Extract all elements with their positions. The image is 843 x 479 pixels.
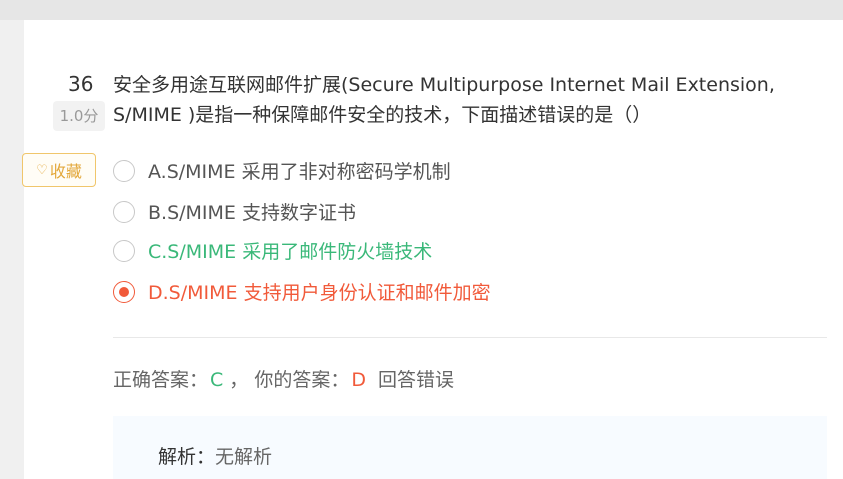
- analysis-value: 无解析: [215, 446, 273, 468]
- favorite-label: 收藏: [49, 162, 82, 181]
- question-text-line-2: S/MIME )是指一种保障邮件安全的技术，下面描述错误的是（）: [113, 104, 652, 126]
- question-text: 安全多用途互联网邮件扩展(Secure Multipurpose Interne…: [113, 70, 803, 130]
- correct-answer-value: C: [210, 369, 224, 391]
- option-a[interactable]: A.S/MIME 采用了非对称密码学机制: [113, 157, 451, 184]
- question-text-line-1: 安全多用途互联网邮件扩展(Secure Multipurpose Interne…: [113, 74, 775, 96]
- option-a-radio[interactable]: [113, 159, 135, 182]
- option-d-radio[interactable]: [113, 280, 135, 303]
- question-score-badge: 1.0分: [53, 101, 105, 131]
- analysis-row: 解析：无解析: [158, 442, 272, 469]
- correct-answer-label: 正确答案：: [113, 369, 209, 391]
- analysis-label: 解析：: [158, 446, 216, 468]
- option-d[interactable]: D.S/MIME 支持用户身份认证和邮件加密: [113, 278, 491, 305]
- option-b-label: B.S/MIME 支持数字证书: [148, 202, 356, 224]
- answer-verdict: 回答错误: [378, 369, 455, 391]
- quiz-page: 36 1.0分 安全多用途互联网邮件扩展(Secure Multipurpose…: [0, 0, 843, 479]
- section-divider: [113, 337, 827, 338]
- option-d-label: D.S/MIME 支持用户身份认证和邮件加密: [148, 282, 491, 304]
- option-c-label: C.S/MIME 采用了邮件防火墙技术: [148, 241, 433, 263]
- option-a-label: A.S/MIME 采用了非对称密码学机制: [148, 161, 451, 183]
- answer-separator: ，: [229, 369, 249, 391]
- your-answer-label: 你的答案：: [254, 369, 350, 391]
- top-bar: [0, 0, 843, 20]
- option-b-radio[interactable]: [113, 200, 135, 223]
- heart-outline-icon: ♡: [36, 162, 48, 178]
- analysis-panel: 解析：无解析: [113, 416, 827, 479]
- favorite-button[interactable]: ♡ 收藏: [22, 153, 96, 187]
- option-b[interactable]: B.S/MIME 支持数字证书: [113, 198, 356, 225]
- answer-result-line: 正确答案： C， 你的答案： D 回答错误: [113, 365, 454, 392]
- option-c[interactable]: C.S/MIME 采用了邮件防火墙技术: [113, 237, 432, 264]
- your-answer-value: D: [351, 369, 367, 391]
- question-number: 36: [68, 72, 94, 96]
- option-c-radio[interactable]: [113, 239, 135, 262]
